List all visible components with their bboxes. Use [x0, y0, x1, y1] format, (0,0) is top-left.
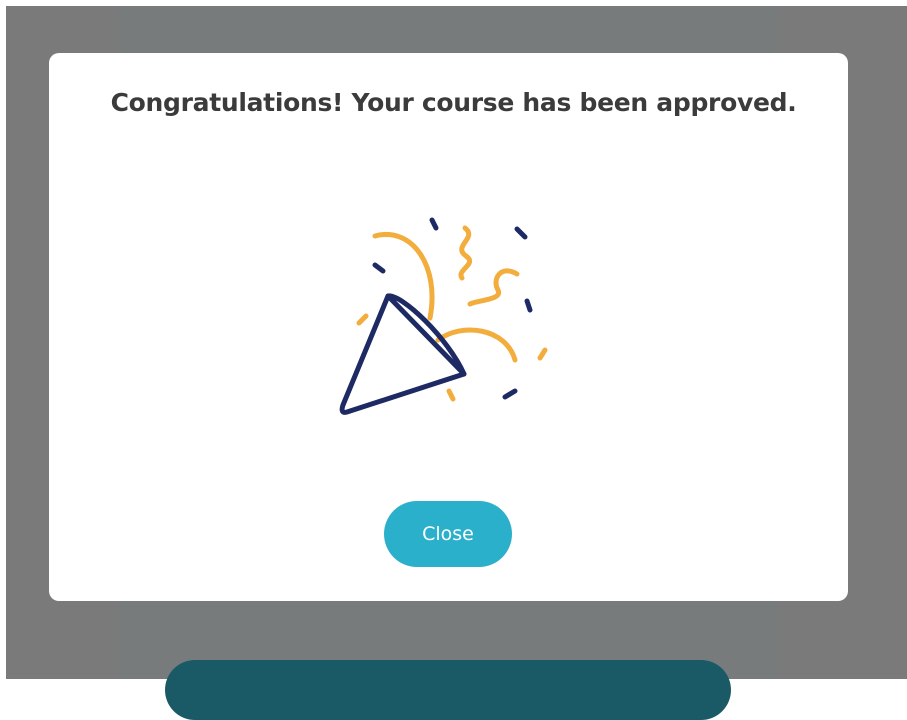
- confetti-navy-top: [429, 217, 439, 231]
- confetti-navy-top-right: [514, 226, 528, 240]
- confetti-navy-right: [524, 298, 533, 313]
- streamer-wave-small: [458, 225, 473, 281]
- confetti-navy-bottom: [502, 388, 518, 400]
- party-popper-icon: [339, 217, 548, 415]
- popper-cone: [339, 293, 467, 415]
- streamer-wave-large: [467, 268, 520, 307]
- background-primary-button: [165, 660, 731, 720]
- close-button[interactable]: Close: [384, 501, 512, 567]
- dialog-title: Congratulations! Your course has been ap…: [110, 88, 797, 117]
- confetti-left: [356, 313, 369, 326]
- confetti-right: [537, 347, 548, 361]
- confetti-bottom: [446, 388, 456, 402]
- confetti-navy-left: [372, 262, 386, 274]
